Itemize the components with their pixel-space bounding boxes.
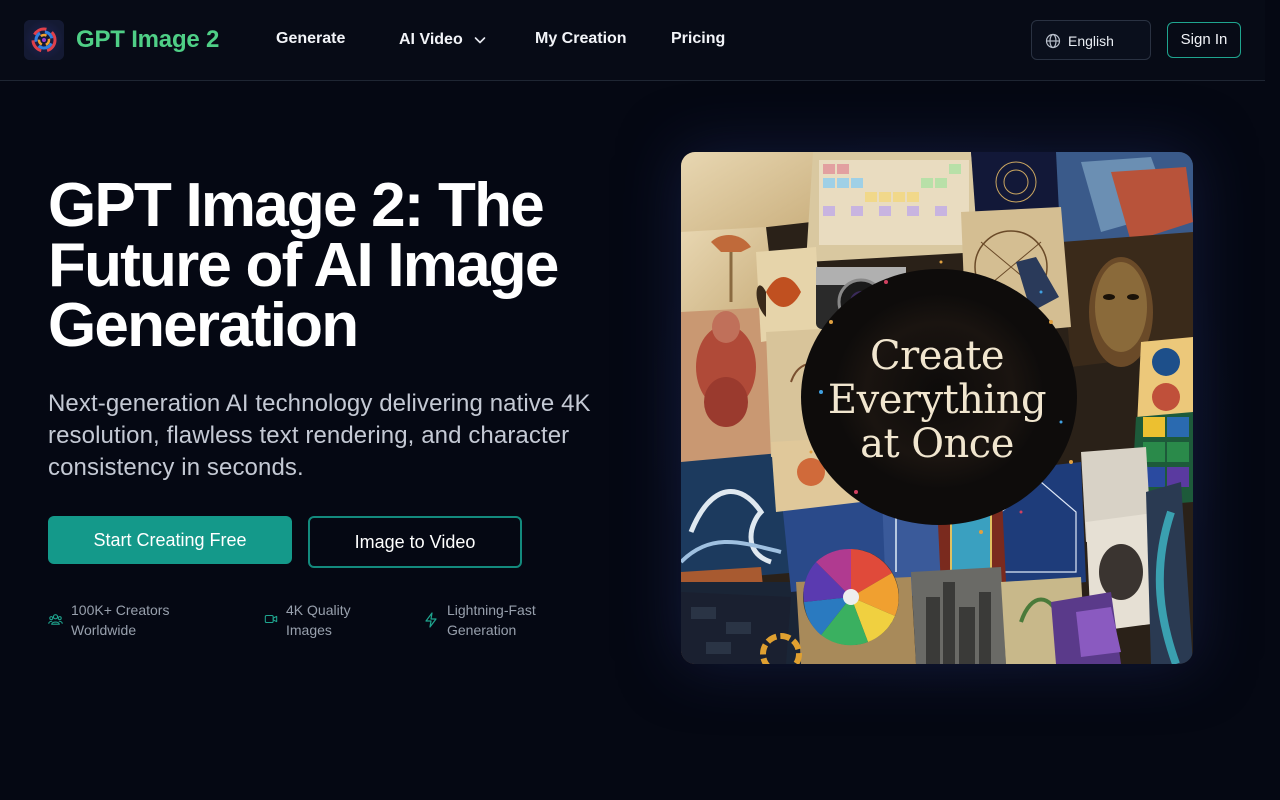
chevron-down-icon [474, 37, 486, 44]
lightning-icon [425, 612, 437, 628]
nav-ai-video-dropdown[interactable]: AI Video [399, 30, 486, 50]
video-icon [264, 614, 278, 624]
feature-line: 100K+ Creators [71, 602, 170, 618]
collage-caption-line: Create [870, 333, 1005, 379]
nav-generate[interactable]: Generate [276, 29, 345, 49]
language-label: English [1068, 33, 1114, 49]
language-selector[interactable]: English [1031, 20, 1151, 60]
hero-collage-image: Create Everything at Once [681, 152, 1193, 664]
start-creating-button[interactable]: Start Creating Free [48, 516, 292, 564]
collage-caption: Create Everything at Once [681, 334, 1193, 466]
feature-line: Images [286, 622, 332, 638]
feature-line: Generation [447, 622, 517, 638]
collage-caption-line: at Once [860, 421, 1014, 467]
feature-text: 100K+ Creators Worldwide [71, 600, 169, 640]
collage-caption-line: Everything [827, 377, 1047, 423]
sign-in-button[interactable]: Sign In [1167, 22, 1241, 58]
image-to-video-button[interactable]: Image to Video [308, 516, 522, 568]
feature-line: 4K Quality [286, 602, 351, 618]
brand-name[interactable]: GPT Image 2 [76, 26, 219, 54]
logo-icon[interactable] [24, 20, 64, 60]
feature-line: Lightning-Fast [447, 602, 536, 618]
hero-title: GPT Image 2: The Future of AI Image Gene… [48, 171, 559, 360]
nav-ai-video-label: AI Video [399, 31, 463, 48]
nav-my-creation[interactable]: My Creation [535, 29, 627, 49]
feature-text: Lightning-Fast Generation [447, 600, 536, 640]
feature-text: 4K Quality Images [286, 600, 351, 640]
feature-line: Worldwide [71, 622, 137, 638]
users-icon [48, 614, 63, 625]
nav-pricing[interactable]: Pricing [671, 29, 725, 49]
top-navbar: GPT Image 2 Generate AI Video My Creatio… [0, 0, 1265, 81]
hero-subtitle: Next-generation AI technology delivering… [48, 390, 591, 481]
globe-icon [1045, 33, 1061, 49]
